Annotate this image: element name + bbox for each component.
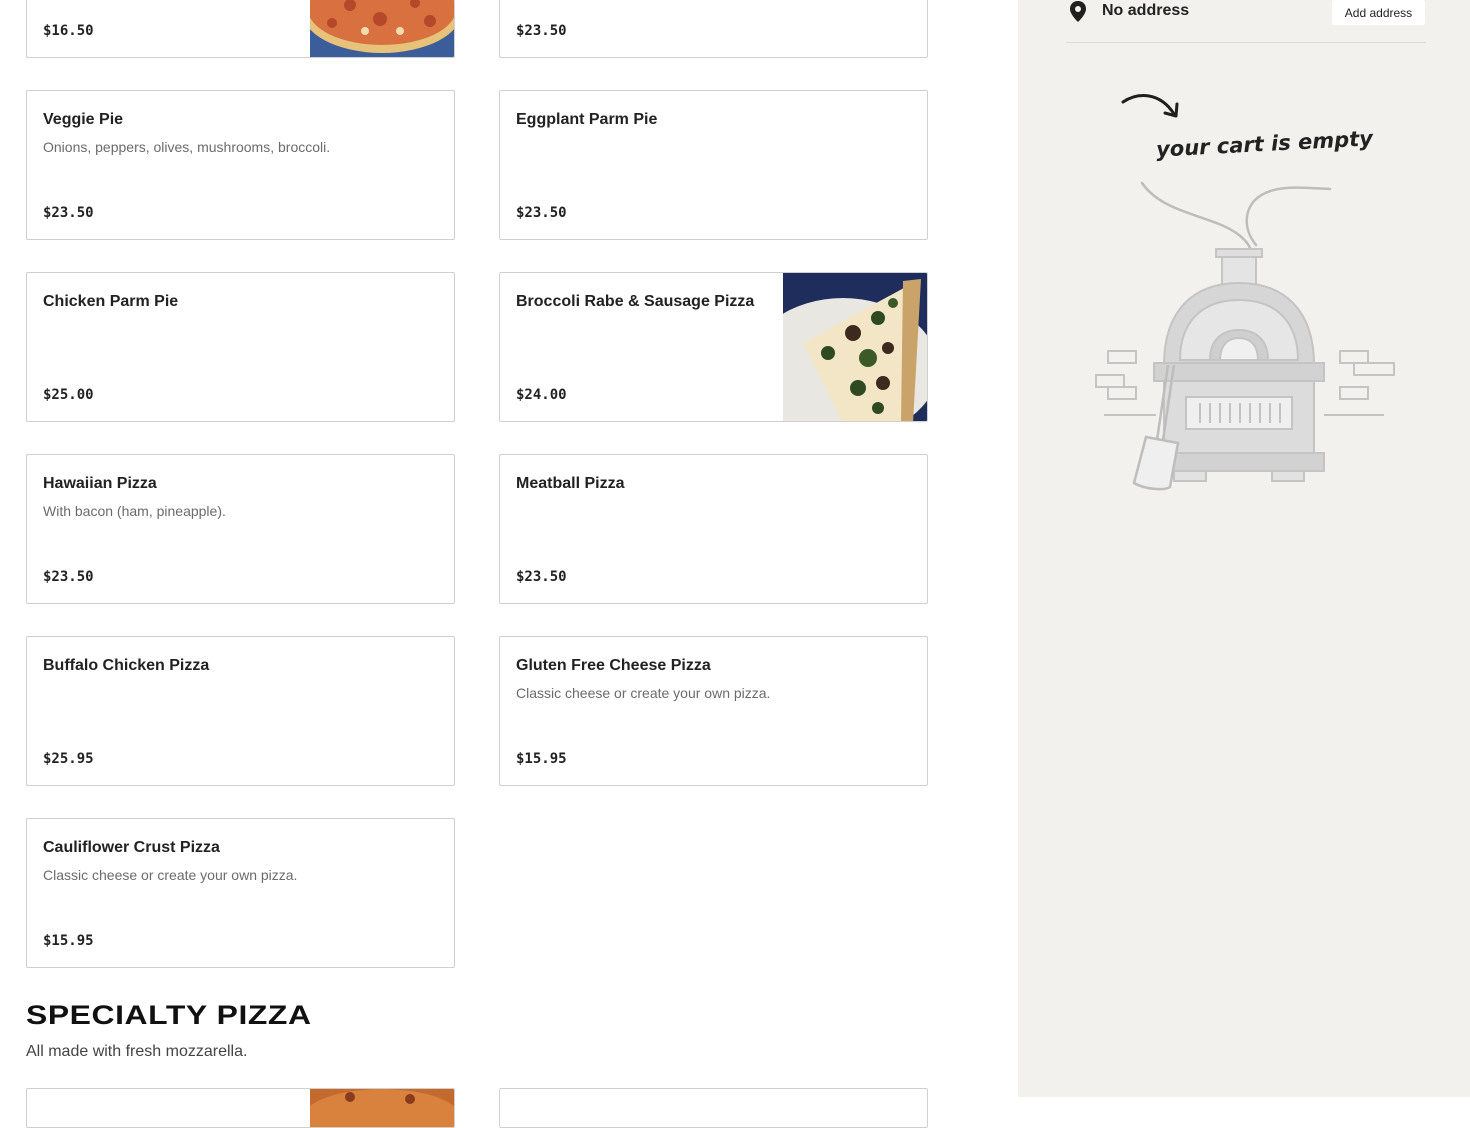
pizza-oven-illustration <box>1094 175 1404 500</box>
menu-item-card[interactable]: Buffalo Chicken Pizza $25.95 <box>26 636 455 786</box>
menu-column: $16.50 $23.50 Veggie Pie Onions, peppers… <box>0 0 1018 1128</box>
item-price: $25.00 <box>43 387 94 403</box>
item-name: Hawaiian Pizza <box>43 475 157 492</box>
item-name: Meatball Pizza <box>516 475 625 492</box>
cart-sidebar: No address Add address your cart is empt… <box>1018 0 1470 1097</box>
menu-item-card[interactable]: Meatball Pizza $23.50 <box>499 454 928 604</box>
map-pin-icon <box>1068 0 1088 29</box>
item-name: Cauliflower Crust Pizza <box>43 839 220 856</box>
menu-item-card[interactable]: Veggie Pie Onions, peppers, olives, mush… <box>26 90 455 240</box>
section-title: SPECIALTY PIZZA <box>26 1000 312 1030</box>
item-name: Gluten Free Cheese Pizza <box>516 657 711 674</box>
item-description: Onions, peppers, olives, mushrooms, broc… <box>43 139 331 155</box>
divider <box>1066 42 1426 43</box>
pizza-photo <box>302 1089 454 1127</box>
item-name: Veggie Pie <box>43 111 124 128</box>
pizza-photo <box>748 273 927 421</box>
item-price: $23.50 <box>43 205 94 221</box>
item-price: $23.50 <box>516 205 567 221</box>
menu-item-card[interactable]: Cauliflower Crust Pizza Classic cheese o… <box>26 818 455 968</box>
menu-item-card[interactable]: Gluten Free Cheese Pizza Classic cheese … <box>499 636 928 786</box>
item-price: $24.00 <box>516 387 567 403</box>
item-price: $23.50 <box>43 569 94 585</box>
menu-item-card[interactable] <box>26 1088 455 1128</box>
empty-cart-message: your cart is empty <box>1155 126 1374 162</box>
item-description: With bacon (ham, pineapple). <box>43 503 226 519</box>
item-name: Chicken Parm Pie <box>43 293 179 310</box>
item-price: $23.50 <box>516 23 567 39</box>
menu-item-card[interactable] <box>499 1088 928 1128</box>
add-address-button[interactable]: Add address <box>1332 0 1425 25</box>
item-price: $23.50 <box>516 569 567 585</box>
menu-item-card[interactable]: $16.50 <box>26 0 455 58</box>
item-price: $15.95 <box>516 751 567 767</box>
menu-item-card[interactable]: Eggplant Parm Pie $23.50 <box>499 90 928 240</box>
delivery-address: No address <box>1102 2 1190 19</box>
item-name: Broccoli Rabe & Sausage Pizza <box>516 293 755 310</box>
menu-item-card[interactable]: Chicken Parm Pie $25.00 <box>26 272 455 422</box>
item-name: Eggplant Parm Pie <box>516 111 658 128</box>
item-name: Buffalo Chicken Pizza <box>43 657 210 674</box>
section-subtitle: All made with fresh mozzarella. <box>26 1043 248 1060</box>
curved-arrow-icon <box>1120 90 1184 127</box>
pizza-photo <box>302 0 454 57</box>
menu-item-card[interactable]: Broccoli Rabe & Sausage Pizza $24.00 <box>499 272 928 422</box>
menu-item-card[interactable]: Hawaiian Pizza With bacon (ham, pineappl… <box>26 454 455 604</box>
item-description: Classic cheese or create your own pizza. <box>516 685 771 701</box>
menu-item-card[interactable]: $23.50 <box>499 0 928 58</box>
item-price: $15.95 <box>43 933 94 949</box>
item-price: $16.50 <box>43 23 94 39</box>
item-price: $25.95 <box>43 751 94 767</box>
item-description: Classic cheese or create your own pizza. <box>43 867 298 883</box>
